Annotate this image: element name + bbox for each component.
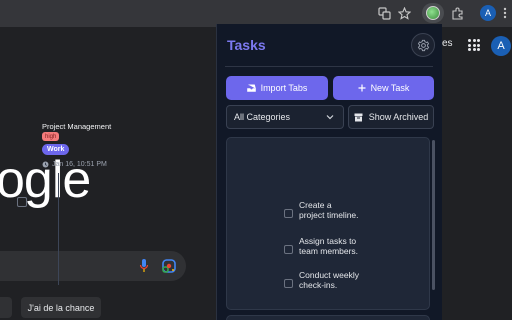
feeling-lucky-button[interactable]: J'ai de la chance (21, 297, 101, 318)
subtask-checkbox[interactable] (284, 245, 293, 254)
header-link-text[interactable]: es (442, 38, 453, 49)
chevron-down-icon (326, 115, 334, 120)
clock-icon (42, 161, 49, 168)
new-task-button[interactable]: New Task (333, 76, 434, 100)
task-list-scrollbar[interactable] (432, 140, 435, 290)
import-tabs-label: Import Tabs (260, 83, 308, 93)
subtask-text: Assign tasks to team members. (299, 236, 359, 256)
task-date: Jan 16, 10:51 PM (42, 161, 107, 168)
google-search-input[interactable] (0, 251, 186, 281)
subtask-connector-line (58, 173, 59, 285)
subtask-checkbox[interactable] (284, 279, 293, 288)
menu-kebab-icon[interactable] (497, 5, 512, 21)
category-select[interactable]: All Categories (226, 105, 344, 129)
browser-toolbar: A (0, 0, 512, 27)
translate-icon[interactable] (376, 5, 392, 21)
plus-icon (358, 84, 366, 92)
subtask-checkbox[interactable] (284, 209, 293, 218)
import-tabs-button[interactable]: Import Tabs (226, 76, 328, 100)
task-date-text: Jan 16, 10:51 PM (52, 161, 107, 168)
google-search-button[interactable] (0, 297, 12, 318)
subtask-text: Conduct weekly check-ins. (299, 270, 360, 290)
show-archived-button[interactable]: Show Archived (348, 105, 434, 129)
category-badge: Work (42, 144, 70, 155)
settings-button[interactable] (411, 33, 435, 57)
inbox-icon (246, 84, 256, 92)
archive-icon (354, 113, 363, 121)
google-logo: ogle (0, 151, 91, 209)
google-account-avatar[interactable]: A (491, 36, 511, 56)
task-title: Project Management (42, 122, 112, 131)
gear-icon (417, 39, 429, 51)
task-card-next[interactable] (226, 315, 430, 320)
google-apps-icon[interactable] (468, 39, 480, 51)
tasks-extension-icon[interactable] (426, 6, 440, 20)
profile-avatar[interactable]: A (480, 5, 496, 21)
show-archived-label: Show Archived (368, 112, 429, 122)
task-complete-checkbox[interactable] (17, 197, 27, 207)
subtask-text: Create a project timeline. (299, 200, 359, 220)
bookmark-star-icon[interactable] (396, 5, 412, 21)
category-select-value: All Categories (234, 112, 291, 122)
header-divider (225, 66, 433, 67)
extensions-puzzle-icon[interactable] (449, 5, 465, 21)
voice-search-mic-icon[interactable] (139, 258, 149, 274)
google-lens-icon[interactable] (161, 258, 177, 274)
new-task-label: New Task (370, 83, 410, 93)
popup-title: Tasks (227, 37, 266, 53)
priority-badge: high (42, 132, 60, 141)
